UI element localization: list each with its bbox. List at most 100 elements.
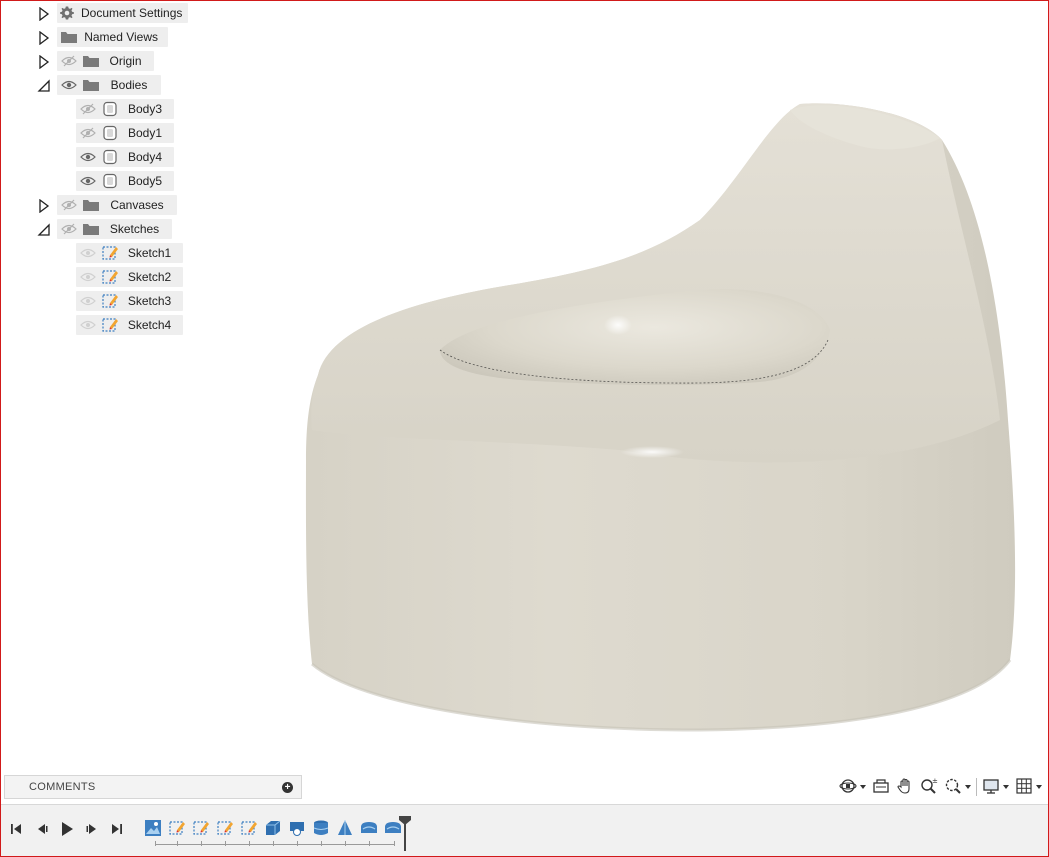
pan-button[interactable]	[895, 776, 915, 798]
tree-item-document-settings[interactable]: Document Settings	[57, 3, 188, 23]
display-settings-button[interactable]	[981, 776, 1010, 798]
timeline-tick	[249, 841, 250, 846]
eye-hidden-icon[interactable]	[78, 123, 98, 143]
split-body-feature-icon	[288, 819, 306, 840]
go-to-start-button[interactable]	[7, 821, 25, 839]
timeline-feature-sketch[interactable]	[167, 819, 187, 839]
tree-item-label: Body1	[127, 126, 163, 140]
tree-item-bodies[interactable]: Bodies	[57, 75, 161, 95]
tree-item-canvases[interactable]: Canvases	[57, 195, 177, 215]
orbit-button[interactable]	[838, 776, 867, 798]
timeline-tick	[201, 841, 202, 846]
eye-icon[interactable]	[78, 147, 98, 167]
timeline-bar	[0, 804, 1048, 856]
go-to-end-button[interactable]	[108, 821, 126, 839]
timeline-track	[155, 844, 395, 845]
folder-icon	[81, 75, 101, 95]
folder-icon	[81, 219, 101, 239]
sketch-icon	[100, 267, 120, 287]
eye-faded-icon[interactable]	[78, 291, 98, 311]
eye-faded-icon[interactable]	[78, 267, 98, 287]
timeline-marker[interactable]	[398, 815, 412, 851]
tree-item-sketch1[interactable]: Sketch1	[76, 243, 183, 263]
fillet-feature-icon	[360, 819, 378, 840]
model-rim-surface	[311, 103, 1000, 463]
gear-icon	[59, 3, 75, 23]
draft-feature-icon	[336, 819, 354, 840]
tree-item-body5[interactable]: Body5	[76, 171, 174, 191]
navigation-toolbar: ±	[838, 774, 1046, 800]
sketch-feature-icon	[240, 819, 258, 840]
tree-item-origin[interactable]: Origin	[57, 51, 154, 71]
model-viewport[interactable]	[300, 90, 1030, 740]
timeline-feature-sketch[interactable]	[215, 819, 235, 839]
timeline-feature-loft[interactable]	[311, 819, 331, 839]
canvas-feature-icon	[144, 819, 162, 840]
expand-triangle-icon[interactable]	[37, 55, 51, 69]
timeline-marker-icon	[398, 816, 412, 854]
step-back-button[interactable]	[33, 821, 51, 839]
tree-item-label: Sketches	[109, 222, 160, 236]
expand-triangle-icon[interactable]	[37, 199, 51, 213]
collapse-triangle-icon[interactable]	[37, 79, 51, 93]
eye-hidden-icon[interactable]	[59, 219, 79, 239]
zoom-icon: ±	[920, 777, 938, 798]
chevron-down-icon	[965, 785, 971, 789]
tree-item-body1[interactable]: Body1	[76, 123, 174, 143]
timeline-feature-extrude[interactable]	[263, 819, 283, 839]
timeline-feature-sketch[interactable]	[191, 819, 211, 839]
tree-item-sketches[interactable]: Sketches	[57, 219, 172, 239]
chevron-down-icon	[1036, 785, 1042, 789]
grid-settings-button[interactable]	[1014, 776, 1043, 798]
timeline-feature-split[interactable]	[287, 819, 307, 839]
timeline-tick	[225, 841, 226, 846]
comments-panel[interactable]: COMMENTS +	[4, 775, 302, 799]
model-highlight	[604, 315, 632, 335]
sketch-feature-icon	[192, 819, 210, 840]
play-button[interactable]	[58, 821, 76, 839]
tree-item-body4[interactable]: Body4	[76, 147, 174, 167]
tree-item-body3[interactable]: Body3	[76, 99, 174, 119]
eye-icon[interactable]	[78, 171, 98, 191]
add-comment-icon[interactable]: +	[282, 781, 293, 793]
tree-item-label: Body3	[127, 102, 163, 116]
eye-hidden-icon[interactable]	[59, 51, 79, 71]
extrude-feature-icon	[264, 819, 282, 840]
tree-item-label: Sketch3	[127, 294, 172, 308]
step-forward-button[interactable]	[83, 821, 101, 839]
chevron-down-icon	[1003, 785, 1009, 789]
play-icon	[60, 821, 74, 840]
tree-item-sketch3[interactable]: Sketch3	[76, 291, 183, 311]
eye-faded-icon[interactable]	[78, 315, 98, 335]
expand-triangle-icon[interactable]	[37, 31, 51, 45]
step-forward-icon	[85, 822, 99, 839]
look-at-button[interactable]	[871, 776, 891, 798]
tree-item-sketch4[interactable]: Sketch4	[76, 315, 183, 335]
timeline-feature-fillet[interactable]	[359, 819, 379, 839]
eye-hidden-icon[interactable]	[59, 195, 79, 215]
step-back-icon	[35, 822, 49, 839]
zoom-button[interactable]: ±	[919, 776, 939, 798]
timeline-feature-canvas[interactable]	[143, 819, 163, 839]
eye-hidden-icon[interactable]	[78, 99, 98, 119]
body-icon	[100, 171, 120, 191]
eye-faded-icon[interactable]	[78, 243, 98, 263]
expand-triangle-icon[interactable]	[37, 7, 51, 21]
timeline-feature-draft[interactable]	[335, 819, 355, 839]
grid-settings-icon	[1015, 777, 1033, 798]
tree-item-sketch2[interactable]: Sketch2	[76, 267, 183, 287]
go-to-end-icon	[110, 822, 124, 839]
tree-item-label: Sketch1	[127, 246, 172, 260]
collapse-triangle-icon[interactable]	[37, 223, 51, 237]
timeline-tick	[177, 841, 178, 846]
folder-icon	[59, 27, 78, 47]
tree-item-label: Origin	[109, 54, 142, 68]
tree-item-named-views[interactable]: Named Views	[57, 27, 168, 47]
chevron-down-icon	[860, 785, 866, 789]
eye-icon[interactable]	[59, 75, 79, 95]
timeline-tick	[297, 841, 298, 846]
timeline-feature-sketch[interactable]	[239, 819, 259, 839]
timeline-tick	[369, 841, 370, 846]
tree-item-label: Body5	[127, 174, 163, 188]
fit-button[interactable]	[943, 776, 972, 798]
